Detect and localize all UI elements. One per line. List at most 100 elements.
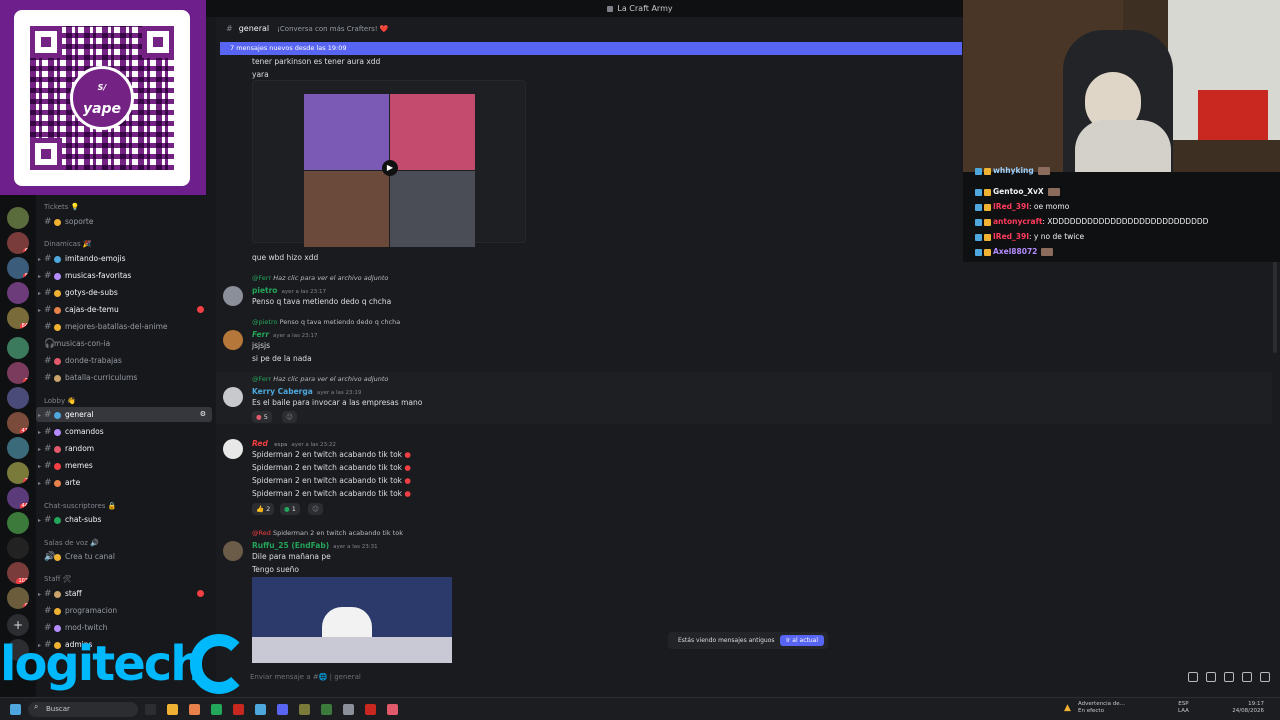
category-staff[interactable]: Staff 🛠 xyxy=(44,575,71,583)
server-icon[interactable] xyxy=(7,282,29,304)
chat-username[interactable]: IRed_39I xyxy=(993,232,1029,241)
category-salas-de-voz[interactable]: Salas de voz 🔊 xyxy=(44,539,99,547)
gif-attachment-image[interactable] xyxy=(252,577,452,663)
server-icon[interactable] xyxy=(7,437,29,459)
channel-arte[interactable]: ▸ # arte xyxy=(36,475,212,490)
sticker-icon[interactable] xyxy=(1224,672,1234,682)
play-icon[interactable]: ▶ xyxy=(382,160,398,176)
server-icon[interactable] xyxy=(7,537,29,559)
app-icon[interactable] xyxy=(387,704,398,715)
avatar[interactable] xyxy=(223,541,243,561)
server-icon[interactable]: 6 xyxy=(7,232,29,254)
channel-soporte[interactable]: # soporte xyxy=(36,214,212,229)
chat-username[interactable]: Gentoo_XvX xyxy=(993,187,1044,196)
category-chat-suscriptores[interactable]: Chat-suscriptores 🔒 xyxy=(44,502,116,510)
avatar[interactable] xyxy=(223,330,243,350)
emoji-icon[interactable] xyxy=(1242,672,1252,682)
new-messages-bar[interactable]: 7 mensajes nuevos desde las 19:09 xyxy=(220,42,962,55)
server-icon[interactable] xyxy=(7,207,29,229)
chat-username[interactable]: whhyking xyxy=(993,166,1034,175)
yape-qr-overlay: S/yape xyxy=(0,0,206,195)
chat-username[interactable]: IRed_39I xyxy=(993,202,1029,211)
avatar[interactable] xyxy=(223,387,243,407)
task-view-icon[interactable] xyxy=(145,704,156,715)
add-reaction-icon[interactable]: ☺ xyxy=(282,411,297,423)
reply-preview[interactable]: @pietro Penso q tava metiendo dedo q chc… xyxy=(252,318,400,326)
channel-musicas-con-ia[interactable]: 🎧musicas-con-ia xyxy=(36,336,212,351)
reply-preview[interactable]: @Ferr Haz clic para ver el archivo adjun… xyxy=(252,375,388,383)
app-icon[interactable] xyxy=(233,704,244,715)
server-icon[interactable]: 84 xyxy=(7,307,29,329)
app-icon[interactable] xyxy=(365,704,376,715)
window-title: La Craft Army xyxy=(617,4,673,13)
apps-icon[interactable] xyxy=(1260,672,1270,682)
reaction[interactable]: ● 1 xyxy=(280,503,300,515)
message-input[interactable]: Enviar mensaje a #🌐 | general xyxy=(236,667,1276,687)
discord-icon[interactable] xyxy=(277,704,288,715)
scrollbar[interactable] xyxy=(1273,257,1277,353)
channel-random[interactable]: ▸ # random xyxy=(36,441,212,456)
chat-badge-icon xyxy=(984,203,991,211)
reply-preview[interactable]: @Red Spiderman 2 en twitch acabando tik … xyxy=(252,529,403,537)
category-tickets[interactable]: Tickets 💡 xyxy=(44,203,79,211)
channel-batalla-curriculums[interactable]: # batalla-curriculums xyxy=(36,370,212,385)
server-icon[interactable] xyxy=(7,337,29,359)
gif-icon[interactable] xyxy=(1206,672,1216,682)
channel-musicas-favoritas[interactable]: ▸ # musicas-favoritas xyxy=(36,268,212,283)
steam-icon[interactable] xyxy=(255,704,266,715)
avatar[interactable] xyxy=(223,439,243,459)
avatar[interactable] xyxy=(223,286,243,306)
channel-gotys-de-subs[interactable]: ▸ # gotys-de-subs xyxy=(36,285,212,300)
category-dinamicas[interactable]: Dinamicas 🎉 xyxy=(44,240,92,248)
app-icon[interactable] xyxy=(299,704,310,715)
chat-badge-icon xyxy=(984,248,991,256)
server-icon[interactable]: 103 xyxy=(7,562,29,584)
windows-start-icon[interactable] xyxy=(10,704,21,715)
chat-badge-icon xyxy=(984,218,991,226)
server-icon[interactable]: 44 xyxy=(7,487,29,509)
channel-imitando-emojis[interactable]: ▸ # imitando-emojis xyxy=(36,251,212,266)
channel-crea-tu-canal[interactable]: 🔊 Crea tu canal xyxy=(36,549,212,564)
channel-donde-trabajas[interactable]: # donde-trabajas xyxy=(36,353,212,368)
server-icon[interactable]: 2 xyxy=(7,362,29,384)
video-collage-image[interactable]: ▶ xyxy=(304,94,475,247)
gift-icon[interactable] xyxy=(1188,672,1198,682)
settings-icon[interactable] xyxy=(343,704,354,715)
channel-cajas-de-temu[interactable]: ▸ # cajas-de-temu xyxy=(36,302,212,317)
server-icon[interactable] xyxy=(7,387,29,409)
clock[interactable]: 19:17 24/08/2026 xyxy=(1228,701,1264,715)
reaction[interactable]: ● 5 xyxy=(252,411,272,423)
category-lobby[interactable]: Lobby 👋 xyxy=(44,397,76,405)
message-header: Red espa ayer a las 23:22 xyxy=(252,439,336,448)
file-explorer-icon[interactable] xyxy=(167,704,178,715)
taskbar-search[interactable]: Buscar xyxy=(28,702,138,717)
channel-chat-subs[interactable]: ▸ # chat-subs xyxy=(36,512,212,527)
chat-username[interactable]: Axel88072 xyxy=(993,247,1037,256)
channel-staff[interactable]: ▸ # staff xyxy=(36,586,212,601)
channel-mejores-batallas[interactable]: # mejores-batallas-del-anime xyxy=(36,319,212,334)
chat-username[interactable]: antonycraft xyxy=(993,217,1042,226)
server-icon[interactable]: 8 xyxy=(7,257,29,279)
server-icon[interactable]: 41 xyxy=(7,412,29,434)
channel-comandos[interactable]: ▸ # comandos xyxy=(36,424,212,439)
brave-icon[interactable] xyxy=(189,704,200,715)
warning-icon[interactable]: ▲ xyxy=(1064,703,1071,713)
add-reaction-icon[interactable]: ☺ xyxy=(308,503,323,515)
twitch-chat-line: Axel88072 xyxy=(975,247,1054,256)
server-icon[interactable]: 9 xyxy=(7,587,29,609)
message-header: pietro ayer a las 23:17 xyxy=(252,286,326,295)
server-icon[interactable] xyxy=(7,512,29,534)
channel-programacion[interactable]: # programacion xyxy=(36,603,212,618)
channel-general[interactable]: ▸ # general ⚙ xyxy=(36,407,212,422)
jump-to-present-button[interactable]: Ir al actual xyxy=(780,635,824,646)
channel-memes[interactable]: ▸ # memes xyxy=(36,458,212,473)
weather-widget[interactable]: Advertencia de... En efecto xyxy=(1078,701,1125,715)
server-icon[interactable]: 7 xyxy=(7,462,29,484)
message-text: Spiderman 2 en twitch acabando tik tok ● xyxy=(252,463,411,472)
app-icon[interactable] xyxy=(211,704,222,715)
reaction-thumbs-up[interactable]: 👍 2 xyxy=(252,503,275,515)
settings-icon[interactable]: ⚙ xyxy=(200,407,206,422)
reply-preview[interactable]: @Ferr Haz clic para ver el archivo adjun… xyxy=(252,274,388,282)
app-icon[interactable] xyxy=(321,704,332,715)
language-indicator[interactable]: ESP LAA xyxy=(1178,701,1189,715)
